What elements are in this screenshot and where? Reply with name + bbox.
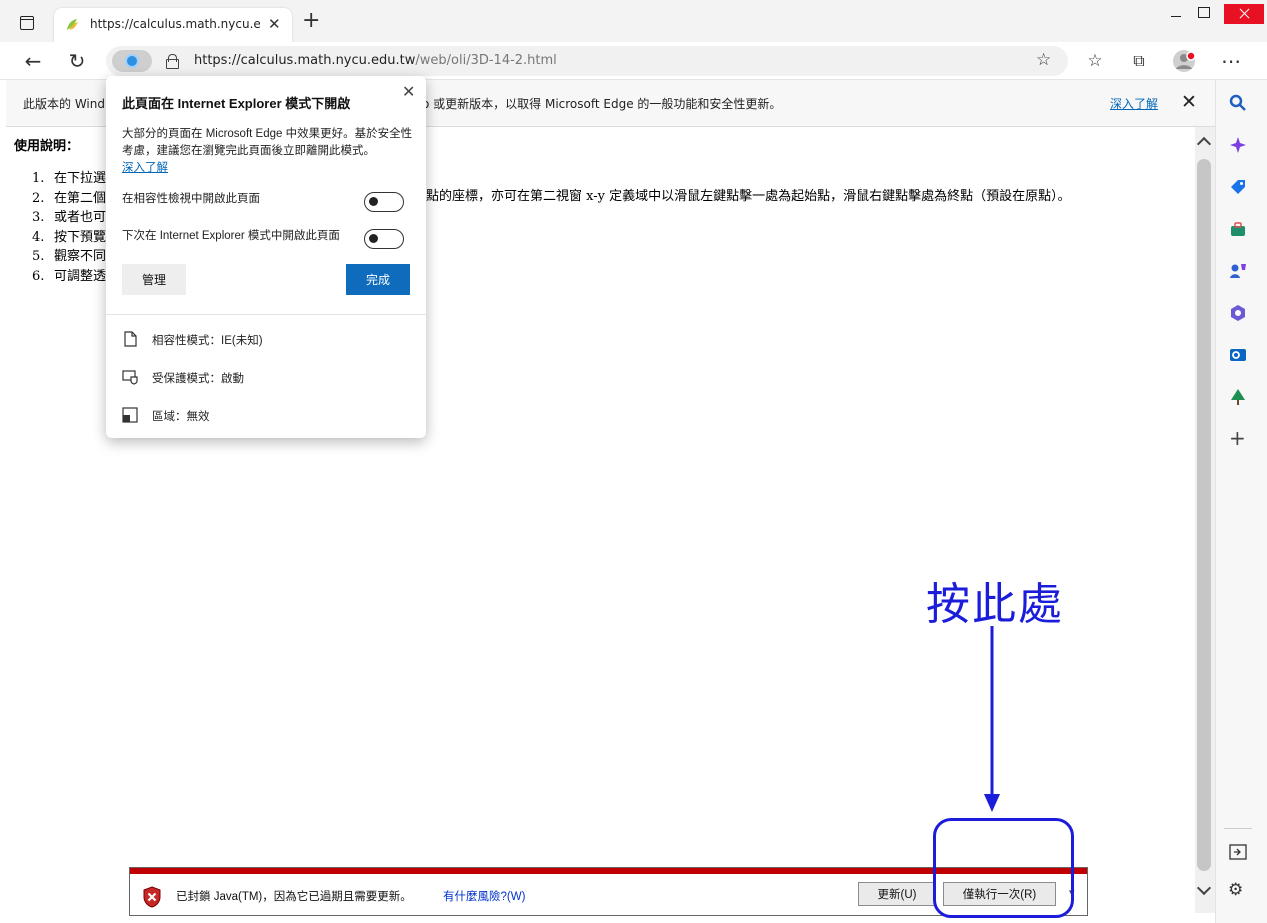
document-icon (124, 331, 137, 347)
compat-view-label: 在相容性檢視中開啟此頁面 (122, 193, 260, 205)
ie-mode-icon (125, 54, 139, 68)
step-text: 在下拉選 (54, 171, 107, 186)
edge-sidebar: + ⚙ (1215, 80, 1267, 923)
compat-view-toggle[interactable] (364, 192, 404, 212)
sidebar-divider (1224, 828, 1252, 829)
annotation-click-here-text: 按此處 (926, 579, 1064, 630)
step-number: 4. (32, 229, 45, 245)
minimize-button[interactable] (1164, 4, 1192, 22)
update-button[interactable]: 更新(U) (858, 882, 936, 906)
copilot-icon[interactable] (1229, 136, 1247, 154)
infobar-text-right: o 或更新版本，以取得 Microsoft Edge 的一般功能和安全性更新。 (422, 97, 782, 111)
step-text: 在第二個 (54, 190, 107, 206)
page-scrollbar[interactable] (1195, 127, 1215, 913)
tab-title: https://calculus.math.nycu.edu.tw/ (90, 17, 260, 31)
refresh-icon[interactable]: ↻ (64, 48, 90, 74)
maximize-button[interactable] (1192, 4, 1220, 22)
collections-icon[interactable]: ⧉ (1126, 48, 1152, 74)
new-tab-icon[interactable]: + (302, 10, 320, 32)
scroll-up-icon[interactable] (1196, 136, 1212, 152)
navigation-bar: ← ↻ https://calculus.math.nycu.edu.tw/we… (0, 42, 1267, 80)
step-text: 可調整透 (54, 268, 107, 284)
title-bar: https://calculus.math.nycu.edu.tw/ ✕ + (0, 0, 1267, 42)
list-item: 5. 觀察不同 (32, 245, 106, 265)
popup-description: 大部分的頁面在 Microsoft Edge 中效果更好。基於安全性考慮，建議您… (122, 126, 414, 177)
zone-text: 區域：無效 (152, 411, 210, 423)
tab-close-icon[interactable]: ✕ (268, 15, 281, 33)
infobar-learn-more-link[interactable]: 深入了解 (1110, 95, 1158, 112)
popup-title: 此頁面在 Internet Explorer 模式下開啟 (122, 96, 351, 111)
infobar-text-left: 此版本的 Wind (23, 97, 105, 111)
tree-icon[interactable] (1229, 388, 1247, 406)
close-window-button[interactable] (1224, 4, 1264, 24)
back-arrow-icon[interactable]: ← (20, 48, 46, 74)
step-number: 6. (32, 268, 45, 284)
url-text[interactable]: https://calculus.math.nycu.edu.tw/web/ol… (194, 53, 557, 68)
outlook-icon[interactable] (1229, 346, 1247, 364)
next-time-ie-toggle[interactable] (364, 229, 404, 249)
step-text: 或者也可 (54, 210, 107, 225)
favorites-icon[interactable]: ☆ (1082, 48, 1108, 74)
tab-actions-icon[interactable] (20, 16, 34, 30)
games-icon[interactable] (1229, 262, 1247, 280)
compat-mode-text: 相容性模式：IE(未知) (152, 335, 263, 347)
step-number: 2. (32, 190, 45, 206)
step-number: 3. (32, 210, 45, 225)
list-item: 6. 可調整透 (32, 265, 106, 285)
list-item: 4. 按下預覽 (32, 226, 106, 246)
popup-divider (106, 314, 426, 315)
popup-learn-more-link[interactable]: 深入了解 (122, 162, 168, 174)
microsoft-365-icon[interactable] (1229, 304, 1247, 322)
add-sidebar-app-icon[interactable]: + (1229, 426, 1246, 450)
java-blocked-message: 已封鎖 Java(TM)，因為它已過期且需要更新。 (176, 891, 412, 903)
java-risk-link[interactable]: 有什麼風險?(W) (443, 888, 525, 904)
hide-sidebar-icon[interactable] (1229, 844, 1247, 860)
protected-shield-icon (122, 370, 138, 385)
profile-avatar-icon[interactable] (1172, 49, 1198, 75)
step-text: 觀察不同 (54, 249, 107, 264)
list-item: 3. 或者也可 (32, 206, 106, 226)
lock-icon[interactable] (166, 54, 179, 69)
add-favorite-icon[interactable]: ☆ (1036, 50, 1051, 70)
url-host: https://calculus.math.nycu.edu.tw (194, 53, 416, 68)
ie-mode-popup: 此頁面在 Internet Explorer 模式下開啟 ✕ 大部分的頁面在 M… (106, 76, 426, 438)
annotation-arrow-icon (984, 626, 1000, 812)
scroll-down-icon[interactable] (1196, 880, 1212, 896)
popup-close-icon[interactable]: ✕ (402, 82, 415, 102)
annotation-highlight-box (933, 818, 1074, 918)
infobar-close-icon[interactable]: ✕ (1181, 91, 1197, 113)
tools-briefcase-icon[interactable] (1229, 220, 1247, 238)
manage-button[interactable]: 管理 (122, 264, 186, 295)
blocked-shield-icon (143, 886, 161, 908)
done-button[interactable]: 完成 (346, 264, 410, 295)
site-favicon-icon (67, 19, 78, 30)
step2-continuation-text: 點的座標，亦可在第二視窗 x-y 定義域中以滑鼠左鍵點擊一處為起始點，滑鼠右鍵點… (426, 189, 1071, 204)
address-bar[interactable]: https://calculus.math.nycu.edu.tw/web/ol… (106, 46, 1068, 76)
list-item: 2. 在第二個 (32, 187, 106, 207)
protected-mode-text: 受保護模式：啟動 (152, 373, 244, 385)
browser-tab[interactable]: https://calculus.math.nycu.edu.tw/ ✕ (54, 8, 292, 42)
usage-title: 使用說明： (14, 139, 80, 154)
more-options-icon[interactable]: ⋯ (1218, 48, 1244, 74)
step-text: 按下預覽 (54, 229, 107, 245)
scrollbar-thumb[interactable] (1197, 159, 1211, 871)
popup-desc-text: 大部分的頁面在 Microsoft Edge 中效果更好。基於安全性考慮，建議您… (122, 128, 413, 157)
ie-mode-button[interactable] (112, 50, 152, 72)
step-number: 1. (32, 171, 45, 186)
step-number: 5. (32, 249, 45, 264)
settings-gear-icon[interactable]: ⚙ (1228, 880, 1243, 900)
usage-steps-list: 1. 在下拉選 2. 在第二個 3. 或者也可 4. 按下預覽 5. 觀察不同 6. 可調整… (32, 167, 106, 284)
url-path: /web/oli/3D-14-2.html (415, 53, 557, 68)
next-time-ie-label: 下次在 Internet Explorer 模式中開啟此頁面 (122, 230, 340, 242)
shopping-tag-icon[interactable] (1229, 178, 1247, 196)
zone-icon (122, 407, 138, 423)
search-icon[interactable] (1229, 94, 1247, 112)
list-item: 1. 在下拉選 (32, 167, 106, 187)
